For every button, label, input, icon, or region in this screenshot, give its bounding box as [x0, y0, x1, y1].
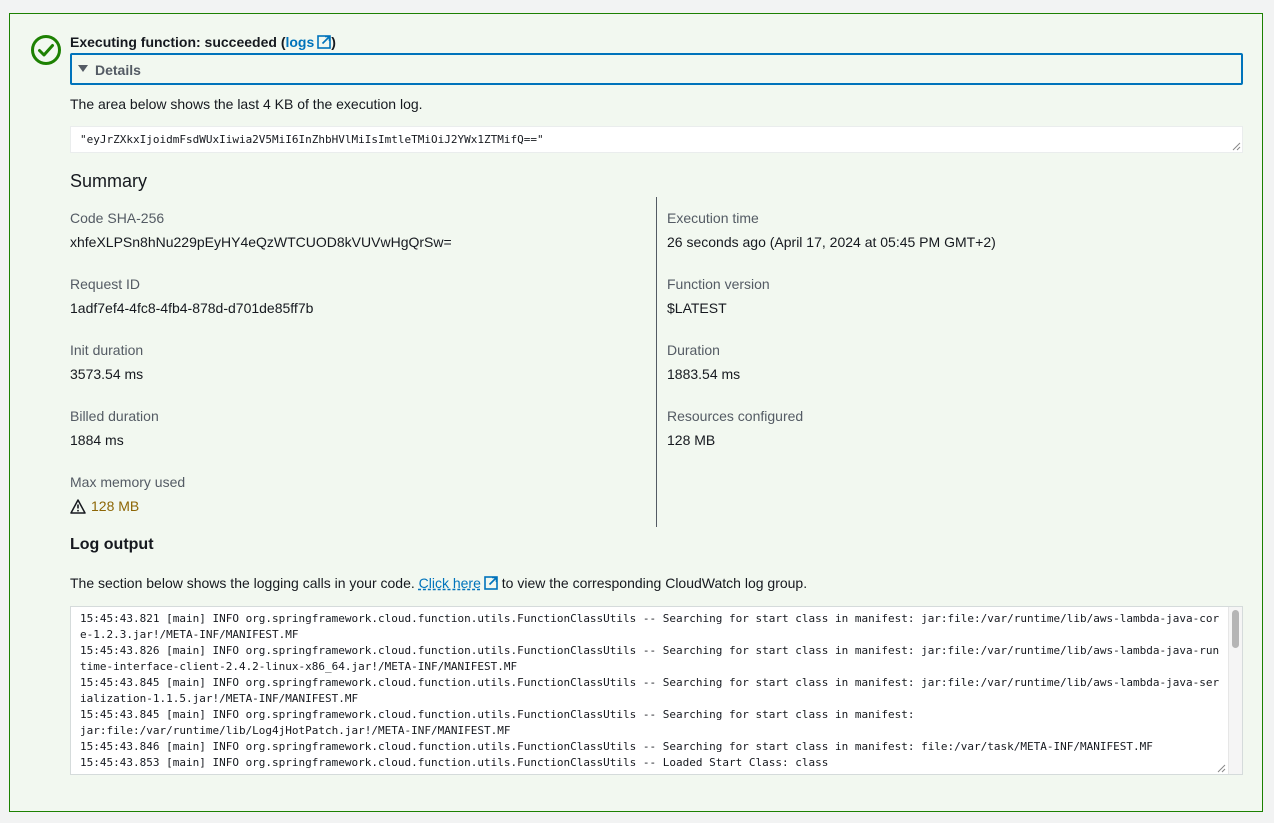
kv-label: Function version: [667, 276, 770, 292]
kv-label: Code SHA-256: [70, 210, 165, 226]
resize-grip-icon[interactable]: [1217, 764, 1226, 773]
kv-value: 1884 ms: [70, 432, 124, 448]
log-scrollbar[interactable]: [1228, 607, 1242, 774]
details-expander[interactable]: Details: [70, 53, 1243, 85]
memory-value: 128 MB: [91, 498, 140, 514]
summary-title: Summary: [70, 171, 148, 191]
log-output-title: Log output: [70, 536, 154, 553]
kv-label: Init duration: [70, 342, 144, 358]
kv-value: 26 seconds ago (April 17, 2024 at 05:45 …: [667, 234, 996, 250]
log-lines: 15:45:43.821 [main] INFO org.springframe…: [80, 612, 1220, 769]
external-link-icon: [317, 35, 332, 49]
kv-value: $LATEST: [667, 300, 727, 316]
log-output-description: The section below shows the logging call…: [70, 575, 807, 591]
log-output-textarea[interactable]: 15:45:43.821 [main] INFO org.springframe…: [70, 606, 1243, 775]
kv-value-warning: 128 MB: [70, 498, 185, 514]
details-label: Details: [95, 62, 141, 78]
kv-label: Duration: [667, 342, 720, 358]
kv-value: 128 MB: [667, 432, 716, 448]
column-divider: [656, 197, 657, 527]
kv-value: 3573.54 ms: [70, 366, 144, 382]
init-duration: Init duration 3573.54 ms: [70, 342, 143, 382]
execution-status: Executing function: succeeded (logs): [70, 34, 336, 50]
kv-label: Resources configured: [667, 408, 804, 424]
log-desc-prefix: The section below shows the logging call…: [70, 575, 415, 591]
billed-duration: Billed duration 1884 ms: [70, 408, 159, 448]
function-version: Function version $LATEST: [667, 276, 770, 316]
kv-label: Execution time: [667, 210, 759, 226]
cloudwatch-link[interactable]: Click here: [419, 575, 481, 591]
warning-triangle-icon: [70, 499, 86, 514]
external-link-icon[interactable]: [484, 576, 498, 590]
code-sha256: Code SHA-256 xhfeXLPSn8hNu229pEyHY4eQzWT…: [70, 210, 452, 250]
kv-value: xhfeXLPSn8hNu229pEyHY4eQzWTCUOD8kVUVwHgQ…: [70, 234, 452, 250]
log-note: The area below shows the last 4 KB of th…: [70, 96, 423, 112]
request-id: Request ID 1adf7ef4-4fc8-4fb4-878d-d701d…: [70, 276, 313, 316]
kv-label: Request ID: [70, 276, 141, 292]
caret-down-icon: [78, 65, 88, 72]
resources-configured: Resources configured 128 MB: [667, 408, 803, 448]
logs-link[interactable]: logs: [285, 34, 332, 50]
execution-time: Execution time 26 seconds ago (April 17,…: [667, 210, 996, 250]
result-value: "eyJrZXkxIjoidmFsdWUxIiwia2V5MiI6InZhbHV…: [80, 133, 544, 146]
resize-grip-icon[interactable]: [1232, 142, 1241, 151]
kv-label: Max memory used: [70, 474, 186, 490]
duration: Duration 1883.54 ms: [667, 342, 740, 382]
max-memory-used: Max memory used 128 MB: [70, 474, 185, 514]
scroll-thumb[interactable]: [1232, 610, 1239, 648]
status-text: Executing function: succeeded (: [70, 34, 286, 50]
success-check-circle-icon: [31, 35, 61, 65]
result-textarea[interactable]: "eyJrZXkxIjoidmFsdWUxIiwia2V5MiI6InZhbHV…: [70, 126, 1243, 153]
kv-label: Billed duration: [70, 408, 159, 424]
log-desc-suffix: to view the corresponding CloudWatch log…: [501, 575, 808, 591]
kv-value: 1adf7ef4-4fc8-4fb4-878d-d701de85ff7b: [70, 300, 314, 316]
status-suffix: ): [331, 34, 336, 50]
kv-value: 1883.54 ms: [667, 366, 741, 382]
